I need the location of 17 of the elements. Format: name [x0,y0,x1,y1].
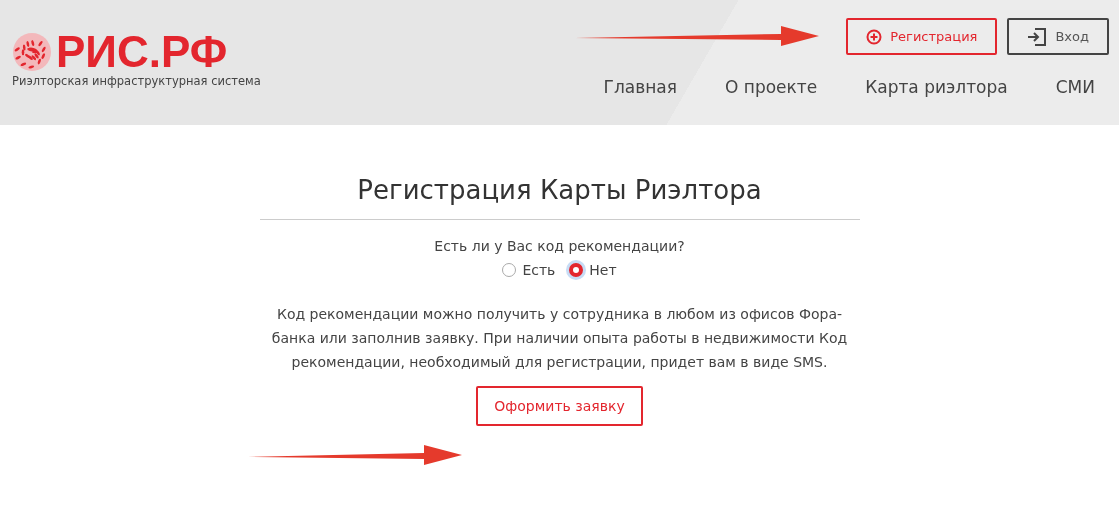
radio-option[interactable]: Нет [569,262,617,278]
page-title: Регистрация Карты Риэлтора [259,175,860,220]
nav-link[interactable]: Главная [603,77,677,97]
logo-subtitle: Риэлторская инфраструктурная система [12,74,261,88]
login-button[interactable]: Вход [1007,18,1109,55]
question-text: Есть ли у Вас код рекомендации? [434,238,685,254]
logo-title: РИС.РФ [56,32,228,72]
nav-link[interactable]: Карта риэлтора [865,77,1008,97]
login-icon [1027,27,1048,46]
nav-link[interactable]: О проекте [725,77,818,97]
info-paragraph: Код рекомендации можно получить у сотрудника в любом из офисов Фора-банка или заполнив заявку. При наличии опыта работы в недвижимости Код рекомендации, необходимый для регистрации, придет вам в виде SMS. [270,305,849,372]
radio-option[interactable]: Есть [502,262,556,278]
nav-link[interactable]: СМИ [1055,77,1095,97]
register-button[interactable]: Регистрация [846,18,998,55]
plus-circle-icon [866,28,883,45]
submit-button[interactable]: Оформить заявку [476,386,643,426]
logo-icon [12,32,52,72]
